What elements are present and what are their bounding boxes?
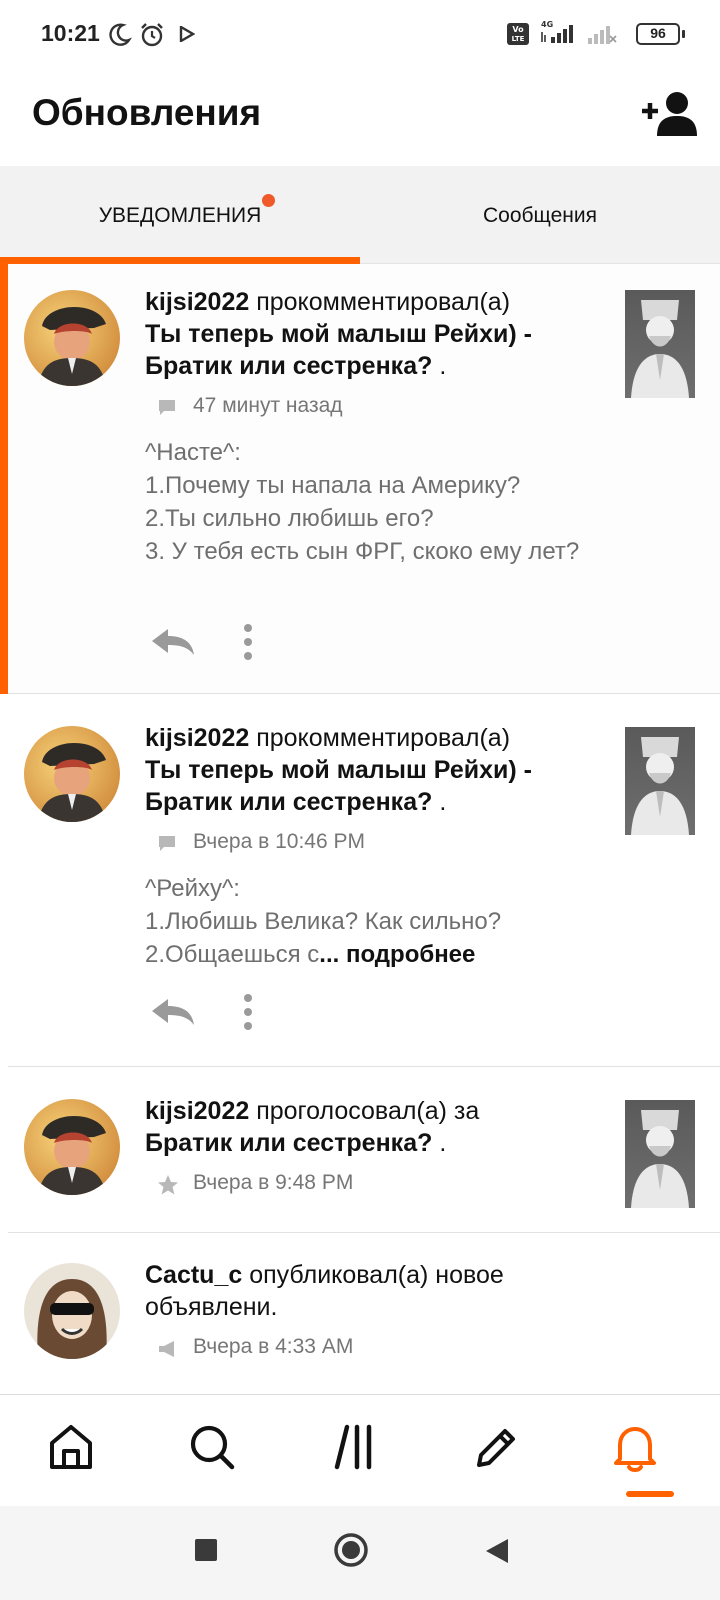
headline-suffix: .: [432, 788, 447, 816]
active-nav-indicator: [626, 1491, 674, 1497]
signal-weak-icon: [588, 26, 617, 44]
username-link[interactable]: kijsi2022: [145, 1097, 249, 1125]
timestamp: Вчера в 4:33 AM: [193, 1335, 354, 1358]
alarm-icon: [141, 23, 163, 47]
reply-icon[interactable]: [150, 997, 196, 1027]
status-time: 10:21: [41, 20, 100, 46]
back-icon[interactable]: [484, 1537, 510, 1565]
tab-bar: УВЕДОМЛЕНИЯ Сообщения: [0, 166, 720, 264]
tab-messages[interactable]: Сообщения: [360, 166, 720, 264]
username-link[interactable]: kijsi2022: [145, 288, 249, 316]
star-icon: [158, 1175, 178, 1195]
story-link[interactable]: Братик или сестренка?: [145, 1129, 432, 1157]
action-text: прокомментировал(а): [249, 724, 511, 752]
comment-text: ^Рейху^: 1.Любишь Велика? Как сильно? 2.…: [145, 872, 595, 971]
svg-text:LTE: LTE: [512, 35, 525, 43]
library-icon[interactable]: [329, 1421, 381, 1473]
avatar[interactable]: [24, 726, 120, 822]
more-options-icon[interactable]: [243, 622, 253, 662]
tab-messages-label: Сообщения: [483, 204, 597, 227]
more-options-icon[interactable]: [243, 992, 253, 1032]
home-icon[interactable]: [45, 1421, 97, 1473]
notification-headline: kijsi2022 прокомментировал(а) Ты теперь …: [145, 722, 595, 818]
play-store-icon: [179, 26, 195, 42]
notification-content: kijsi2022 прокомментировал(а) Ты теперь …: [145, 286, 595, 568]
avatar[interactable]: [24, 1263, 120, 1359]
tab-notifications-label: УВЕДОМЛЕНИЯ: [99, 194, 276, 228]
notification-meta: Вчера в 10:46 PM: [145, 830, 595, 858]
notification-item[interactable]: Cactu_c опубликовал(а) новое объявлени. …: [0, 1233, 720, 1394]
notification-headline: kijsi2022 прокомментировал(а) Ты теперь …: [145, 286, 595, 382]
notification-meta: 47 минут назад: [145, 394, 595, 422]
headline-suffix: .: [432, 1129, 447, 1157]
pencil-icon[interactable]: [469, 1421, 521, 1473]
username-link[interactable]: Cactu_c: [145, 1261, 242, 1289]
unread-badge: [262, 194, 276, 207]
moon-icon: [109, 23, 132, 46]
megaphone-icon: [159, 1341, 174, 1357]
page-title: Обновления: [32, 92, 262, 133]
bell-icon[interactable]: [609, 1421, 661, 1473]
story-cover-thumbnail[interactable]: [625, 290, 695, 398]
notification-meta: Вчера в 9:48 PM: [145, 1171, 595, 1199]
comment-icon: [159, 836, 175, 851]
comment-actions: [150, 992, 270, 1032]
username-link[interactable]: kijsi2022: [145, 724, 249, 752]
status-bar: 10:21 Vo LTE 4G 96: [0, 0, 720, 70]
read-more-link[interactable]: ... подробнее: [319, 941, 475, 968]
bottom-navigation: [0, 1394, 720, 1506]
notification-content: Cactu_c опубликовал(а) новое объявлени. …: [145, 1259, 595, 1363]
notification-meta: Вчера в 4:33 AM: [145, 1335, 595, 1363]
reply-icon[interactable]: [150, 627, 196, 657]
notification-headline: Cactu_c опубликовал(а) новое объявлени.: [145, 1259, 595, 1323]
timestamp: 47 минут назад: [193, 394, 343, 417]
app-header: Обновления: [0, 70, 720, 166]
comment-text: ^Насте^: 1.Почему ты напала на Америку? …: [145, 439, 580, 565]
avatar[interactable]: [24, 290, 120, 386]
headline-suffix: .: [432, 352, 447, 380]
home-button-icon[interactable]: [333, 1532, 369, 1568]
svg-text:Vo: Vo: [512, 25, 524, 34]
notification-item[interactable]: kijsi2022 проголосовал(а) за Братик или …: [0, 1067, 720, 1233]
system-navigation-bar: [0, 1506, 720, 1600]
notification-content: kijsi2022 проголосовал(а) за Братик или …: [145, 1095, 595, 1199]
action-text: прокомментировал(а): [249, 288, 511, 316]
timestamp: Вчера в 9:48 PM: [193, 1171, 354, 1194]
avatar[interactable]: [24, 1099, 120, 1195]
notification-item[interactable]: kijsi2022 прокомментировал(а) Ты теперь …: [0, 694, 720, 1067]
tab-notifications[interactable]: УВЕДОМЛЕНИЯ: [0, 166, 360, 264]
comment-actions: [150, 622, 270, 662]
comment-icon: [159, 400, 175, 415]
svg-text:4G: 4G: [541, 20, 553, 29]
battery-indicator: 96: [636, 23, 685, 45]
volte-icon: Vo LTE: [507, 23, 529, 45]
timestamp: Вчера в 10:46 PM: [193, 830, 365, 853]
recent-apps-icon[interactable]: [194, 1538, 218, 1562]
story-link[interactable]: Ты теперь мой малыш Рейхи) - Братик или …: [145, 756, 532, 816]
story-cover-thumbnail[interactable]: [625, 1100, 695, 1208]
unread-indicator: [0, 264, 8, 694]
active-tab-indicator: [0, 257, 360, 264]
notification-content: kijsi2022 прокомментировал(а) Ты теперь …: [145, 722, 595, 971]
notification-headline: kijsi2022 проголосовал(а) за Братик или …: [145, 1095, 595, 1159]
action-text: проголосовал(а) за: [249, 1097, 480, 1125]
notification-item[interactable]: kijsi2022 прокомментировал(а) Ты теперь …: [0, 264, 720, 694]
story-link[interactable]: Ты теперь мой малыш Рейхи) - Братик или …: [145, 320, 532, 380]
signal-4g-icon: 4G: [541, 20, 573, 43]
story-cover-thumbnail[interactable]: [625, 727, 695, 835]
search-icon[interactable]: [186, 1421, 238, 1473]
notification-feed[interactable]: kijsi2022 прокомментировал(а) Ты теперь …: [0, 264, 720, 1394]
add-user-icon[interactable]: [640, 90, 698, 136]
